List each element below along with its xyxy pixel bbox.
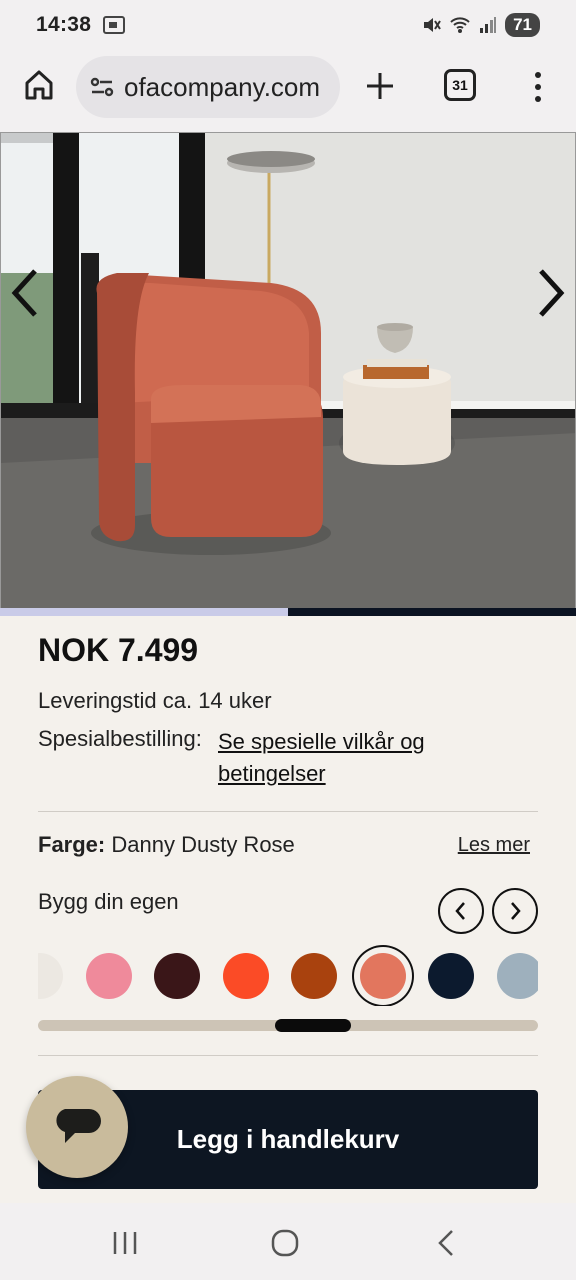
color-info: Farge: Danny Dusty Rose — [38, 832, 295, 858]
color-value: Danny Dusty Rose — [111, 832, 295, 857]
color-swatch[interactable] — [496, 953, 538, 999]
color-swatch[interactable] — [428, 953, 474, 999]
read-more-link[interactable]: Les mer — [458, 834, 530, 857]
divider — [38, 1055, 538, 1056]
color-swatch[interactable] — [222, 953, 269, 999]
battery-icon: 71 — [505, 13, 540, 37]
delivery-time: Leveringstid ca. 14 uker — [38, 688, 272, 713]
screenshot-icon — [103, 16, 126, 34]
address-bar[interactable]: ofacompany.com — [76, 56, 340, 118]
signal-icon — [480, 17, 497, 33]
wifi-icon — [450, 17, 470, 33]
chat-button[interactable] — [26, 1076, 128, 1178]
armchair-photo — [1, 133, 575, 609]
mute-icon — [424, 18, 441, 32]
chat-icon — [56, 1109, 101, 1143]
color-swatch[interactable] — [85, 953, 132, 999]
chevron-left-icon — [455, 902, 465, 920]
url-text[interactable]: ofacompany.com — [124, 72, 320, 103]
back-icon[interactable] — [432, 1228, 462, 1258]
divider — [38, 811, 538, 812]
status-time: 14:38 — [36, 13, 92, 36]
status-icons: 71 — [421, 13, 540, 37]
chevron-left-icon[interactable] — [5, 269, 45, 317]
new-tab-icon[interactable] — [364, 70, 396, 102]
more-vert-icon[interactable] — [526, 68, 550, 106]
swatch-next-button[interactable] — [492, 888, 538, 934]
tabs-icon[interactable]: 31 — [444, 69, 476, 101]
browser-toolbar: ofacompany.com 31 — [0, 50, 576, 132]
chevron-right-icon — [511, 902, 521, 920]
color-swatch[interactable] — [38, 953, 63, 999]
swatch-prev-button[interactable] — [438, 888, 484, 934]
status-bar: 14:38 71 — [0, 0, 576, 50]
swatch-scrollbar[interactable] — [38, 1019, 538, 1032]
product-price: NOK 7.499 — [38, 632, 199, 668]
color-swatch[interactable] — [291, 953, 337, 999]
site-settings-icon[interactable] — [88, 73, 116, 101]
color-swatch[interactable] — [154, 953, 200, 999]
android-nav-bar — [0, 1203, 576, 1280]
special-terms-link[interactable]: Se spesielle vilkår og betingelser — [218, 726, 478, 790]
build-your-own-label: Bygg din egen — [38, 889, 179, 914]
color-label: Farge: — [38, 832, 106, 857]
gallery-progress-fill — [288, 608, 576, 616]
product-image[interactable] — [0, 132, 576, 610]
recents-icon[interactable] — [110, 1228, 140, 1258]
color-swatch-selected[interactable] — [359, 953, 406, 999]
home-circle-icon[interactable] — [270, 1228, 300, 1258]
home-icon[interactable] — [22, 68, 56, 102]
color-swatches — [38, 944, 538, 1006]
swatch-scroll-thumb[interactable] — [275, 1019, 352, 1032]
gallery-progress — [0, 608, 576, 616]
special-order-label: Spesialbestilling: — [38, 726, 202, 751]
chevron-right-icon[interactable] — [531, 269, 571, 317]
